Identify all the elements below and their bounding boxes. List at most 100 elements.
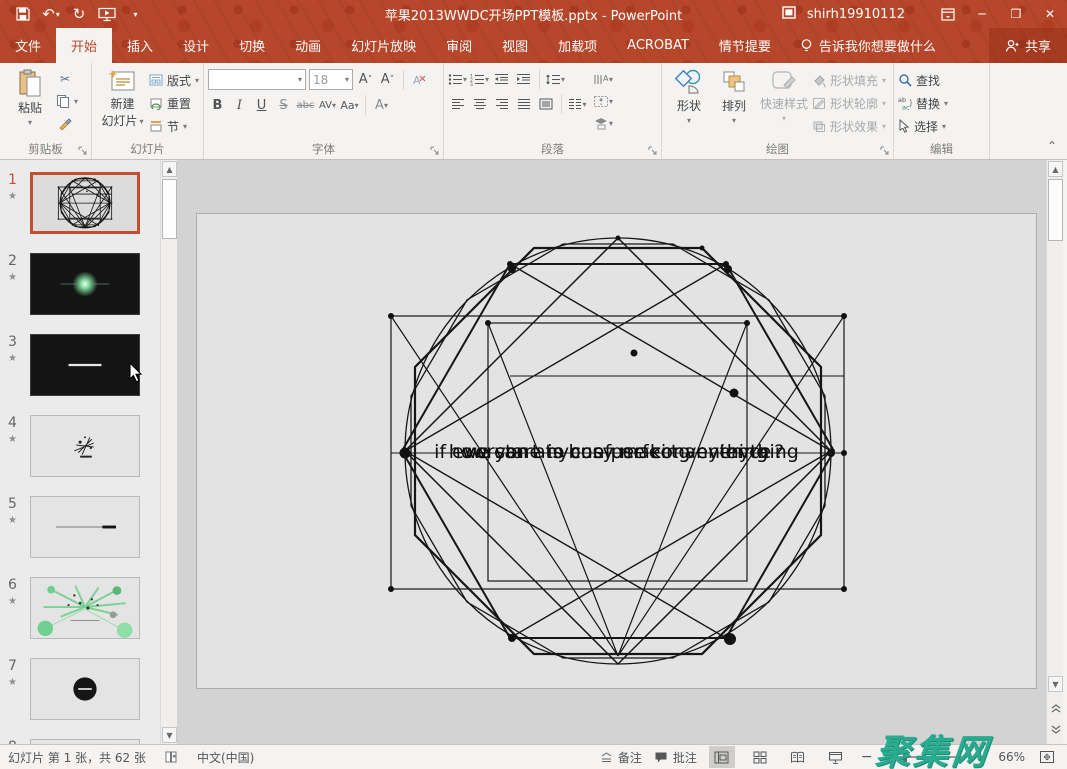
share-button[interactable]: 共享 — [989, 28, 1067, 63]
line-spacing-button[interactable]: ▾ — [546, 69, 565, 89]
align-left-button[interactable] — [448, 94, 467, 114]
tab-animations[interactable]: 动画 — [280, 28, 336, 63]
section-button[interactable]: 节▾ — [149, 116, 199, 136]
decrease-font-size-button[interactable]: A˅ — [378, 70, 397, 90]
slide-thumbnail[interactable] — [30, 577, 140, 639]
shape-effects-button[interactable]: 形状效果▾ — [812, 116, 886, 136]
layout-button[interactable]: 版式▾ — [149, 70, 199, 90]
slide-thumbnail[interactable] — [30, 658, 140, 720]
copy-button[interactable]: ▾ — [56, 91, 78, 111]
scroll-up-button[interactable]: ▲ — [1048, 161, 1063, 177]
minimize-button[interactable]: ─ — [965, 0, 999, 28]
fit-slide-to-window-button[interactable] — [1037, 747, 1057, 767]
normal-view-button[interactable] — [709, 746, 735, 768]
zoom-out-button[interactable]: − — [861, 749, 873, 765]
new-slide-button[interactable]: 新建 幻灯片▾ — [96, 67, 149, 129]
scroll-down-button[interactable]: ▼ — [162, 727, 177, 743]
notes-toggle[interactable]: 备注 — [600, 749, 642, 766]
thumbnail-item-5[interactable]: 5★ — [8, 496, 160, 558]
zoom-slider-knob[interactable] — [903, 752, 907, 762]
thumbnail-item-2[interactable]: 2★ — [8, 253, 160, 315]
canvas-scrollbar[interactable]: ▲ ▼ — [1046, 160, 1063, 744]
thumbnail-scrollbar[interactable]: ▲ ▼ — [160, 160, 177, 744]
save-icon[interactable] — [14, 4, 32, 24]
tab-transitions[interactable]: 切换 — [224, 28, 280, 63]
customize-qat-button[interactable]: ▾ — [126, 4, 144, 24]
slide-editing-surface[interactable]: how can anyone perfect anything ? we sta… — [196, 213, 1037, 689]
character-spacing-button[interactable]: AV▾ — [318, 95, 337, 115]
text-direction-button[interactable]: A▾ — [593, 69, 613, 89]
select-button[interactable]: 选择▾ — [898, 116, 948, 136]
previous-slide-button[interactable] — [1048, 700, 1063, 716]
font-color-button[interactable]: A▾ — [372, 95, 391, 115]
drawing-dialog-launcher[interactable] — [880, 146, 890, 156]
slideshow-view-button[interactable] — [823, 746, 849, 768]
slide-sorter-view-button[interactable] — [747, 746, 773, 768]
italic-button[interactable]: I — [230, 95, 249, 115]
increase-font-size-button[interactable]: A˄ — [356, 70, 375, 90]
ribbon-display-options-icon[interactable] — [931, 0, 965, 28]
convert-to-smartart-button[interactable]: ▾ — [593, 113, 613, 133]
scroll-down-button[interactable]: ▼ — [1048, 676, 1063, 692]
spell-check-icon[interactable] — [164, 750, 179, 764]
font-size-combobox[interactable]: 18▾ — [309, 69, 353, 90]
tab-addins[interactable]: 加载项 — [543, 28, 612, 63]
increase-indent-button[interactable] — [514, 69, 533, 89]
thumbnail-item-4[interactable]: 4★ — [8, 415, 160, 477]
decrease-indent-button[interactable] — [492, 69, 511, 89]
zoom-level[interactable]: 66% — [998, 750, 1025, 764]
slide-thumbnail[interactable] — [30, 253, 140, 315]
arrange-button[interactable]: 排列 ▾ — [712, 67, 756, 126]
underline-button[interactable]: U — [252, 95, 271, 115]
shapes-button[interactable]: 形状 ▾ — [666, 67, 712, 126]
bullets-button[interactable]: ▾ — [448, 69, 467, 89]
align-right-button[interactable] — [492, 94, 511, 114]
quick-styles-button[interactable]: 快速样式 ▾ — [756, 67, 812, 124]
font-name-combobox[interactable]: ▾ — [208, 69, 306, 90]
distribute-button[interactable] — [536, 94, 555, 114]
slide-thumbnail[interactable] — [30, 415, 140, 477]
close-button[interactable]: ✕ — [1033, 0, 1067, 28]
format-painter-button[interactable] — [56, 114, 74, 132]
reset-button[interactable]: 重置 — [149, 93, 199, 113]
text-shadow-button[interactable]: S — [274, 95, 293, 115]
clipboard-dialog-launcher[interactable] — [78, 146, 88, 156]
tab-home[interactable]: 开始 — [56, 28, 112, 63]
undo-button[interactable]: ↶▾ — [42, 4, 60, 24]
display-settings-icon[interactable] — [782, 6, 797, 23]
paragraph-dialog-launcher[interactable] — [648, 146, 658, 156]
paste-button[interactable]: 粘贴 ▾ — [4, 67, 56, 128]
slide-thumbnail[interactable] — [30, 172, 140, 234]
shape-fill-button[interactable]: 形状填充▾ — [812, 70, 886, 90]
user-name[interactable]: shirh19910112 — [807, 7, 905, 22]
zoom-in-button[interactable]: + — [975, 749, 987, 765]
font-dialog-launcher[interactable] — [430, 146, 440, 156]
scrollbar-thumb[interactable] — [1048, 179, 1063, 241]
find-button[interactable]: 查找 — [898, 70, 948, 90]
comments-toggle[interactable]: 批注 — [654, 749, 697, 766]
tab-slideshow[interactable]: 幻灯片放映 — [336, 28, 431, 63]
change-case-button[interactable]: Aa▾ — [340, 95, 359, 115]
language-indicator[interactable]: 中文(中国) — [197, 749, 254, 766]
thumbnail-item-1[interactable]: 1★ — [8, 172, 160, 234]
strikethrough-button[interactable]: abc — [296, 95, 315, 115]
tell-me-box[interactable]: 告诉我你想要做什么 — [786, 28, 950, 63]
columns-button[interactable]: ▾ — [568, 94, 587, 114]
tab-review[interactable]: 审阅 — [431, 28, 487, 63]
align-text-button[interactable]: ▾ — [593, 91, 613, 111]
thumbnail-item-6[interactable]: 6★ — [8, 577, 160, 639]
scrollbar-thumb[interactable] — [162, 179, 177, 239]
slide-thumbnail[interactable] — [30, 334, 140, 396]
tab-acrobat[interactable]: ACROBAT — [612, 28, 704, 63]
reading-view-button[interactable] — [785, 746, 811, 768]
justify-button[interactable] — [514, 94, 533, 114]
cut-button[interactable]: ✂ — [56, 70, 74, 88]
bold-button[interactable]: B — [208, 95, 227, 115]
tab-view[interactable]: 视图 — [487, 28, 543, 63]
tab-storyboarding[interactable]: 情节提要 — [704, 28, 786, 63]
replace-button[interactable]: abac 替换▾ — [898, 93, 948, 113]
maximize-button[interactable]: ❒ — [999, 0, 1033, 28]
redo-button[interactable]: ↻ — [70, 4, 88, 24]
numbering-button[interactable]: 123▾ — [470, 69, 489, 89]
clear-formatting-button[interactable]: A — [410, 70, 429, 90]
